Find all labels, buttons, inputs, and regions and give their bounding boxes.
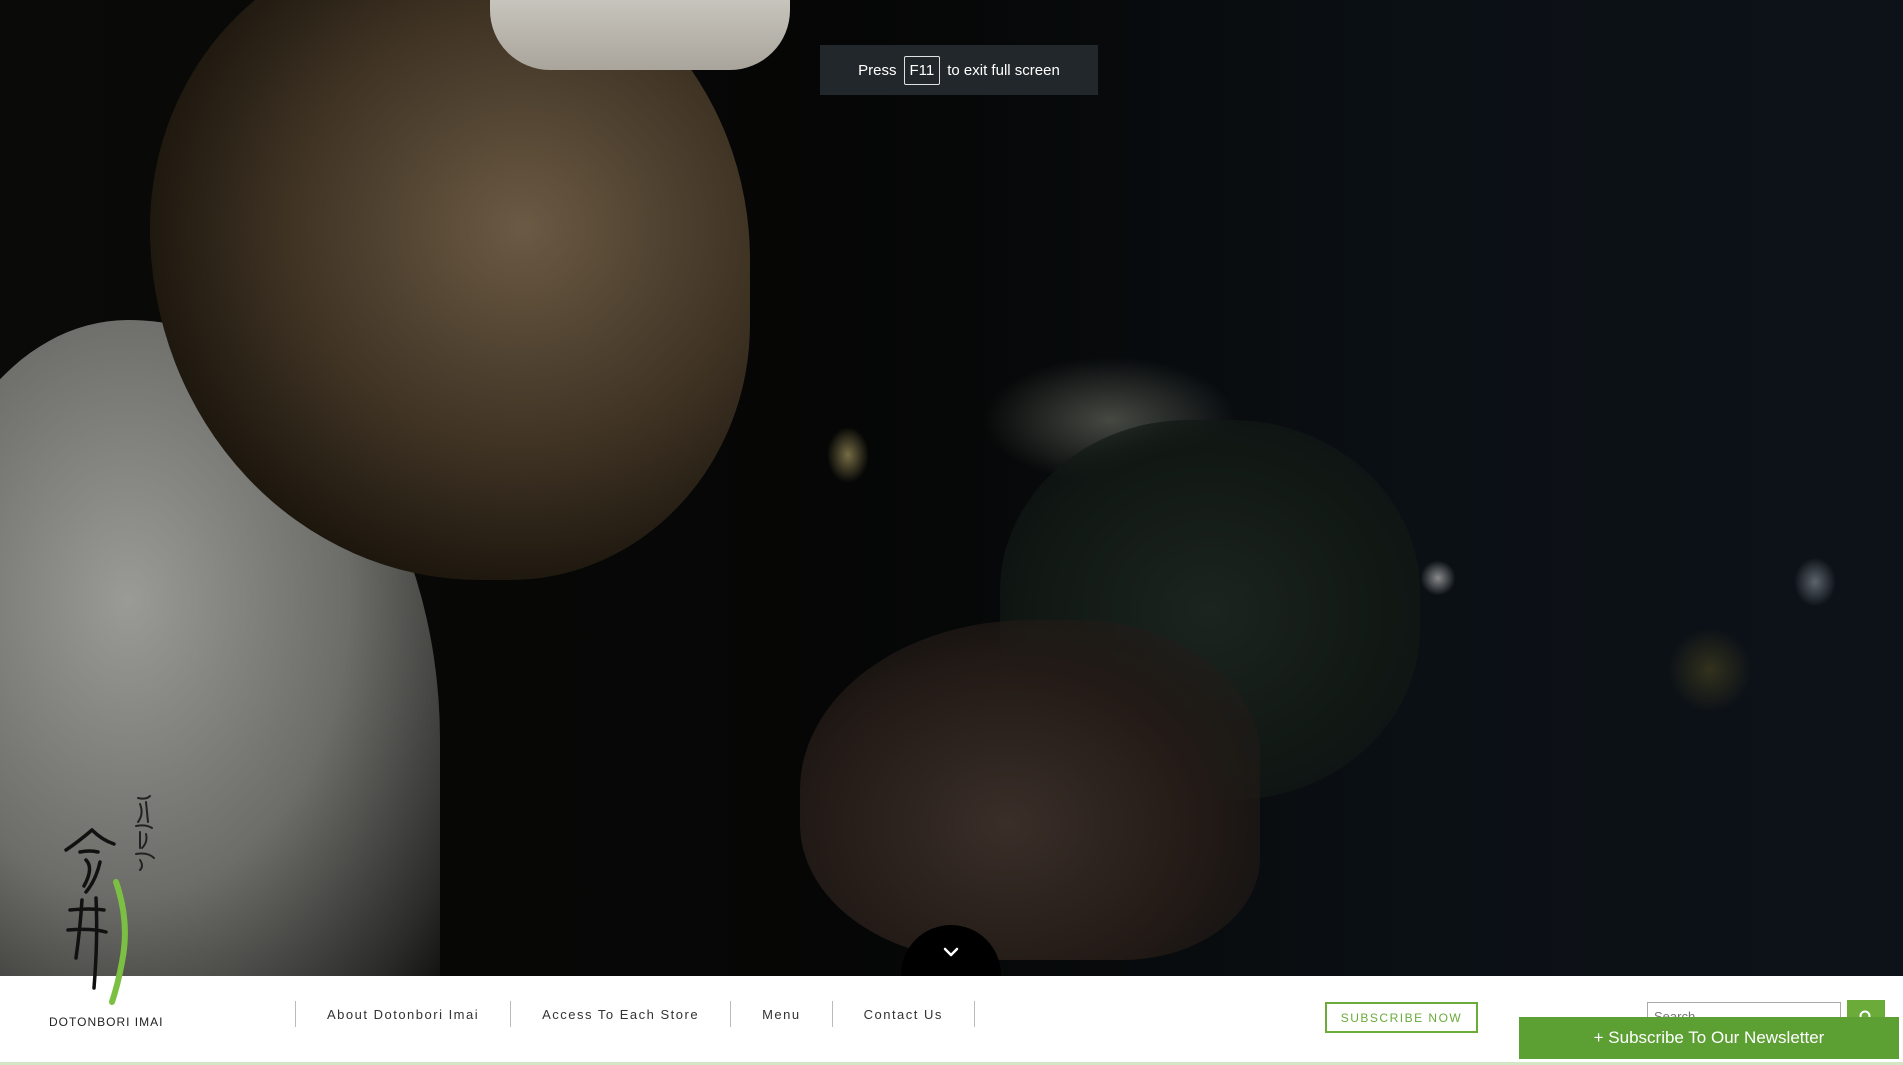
nav-item-menu[interactable]: Menu xyxy=(731,1007,832,1022)
nav-item-contact[interactable]: Contact Us xyxy=(833,1007,974,1022)
fullscreen-notice-prefix: Press xyxy=(858,61,897,79)
hero-video[interactable] xyxy=(0,0,1903,1020)
main-nav: About Dotonbori Imai Access To Each Stor… xyxy=(295,1001,975,1027)
newsletter-subscribe-bar[interactable]: + Subscribe To Our Newsletter xyxy=(1519,1017,1899,1059)
fullscreen-notice-suffix: to exit full screen xyxy=(947,61,1060,79)
chevron-down-icon xyxy=(943,947,959,957)
nav-item-access[interactable]: Access To Each Store xyxy=(511,1007,730,1022)
nav-item-about[interactable]: About Dotonbori Imai xyxy=(296,1007,510,1022)
fullscreen-notice: Press F11 to exit full screen xyxy=(820,45,1098,95)
fullscreen-key: F11 xyxy=(903,55,941,85)
logo-calligraphy xyxy=(64,795,155,1005)
subscribe-now-button[interactable]: SUBSCRIBE NOW xyxy=(1325,1002,1478,1033)
logo-text: DOTONBORI IMAI xyxy=(49,1015,164,1029)
chef-cap-shape xyxy=(490,0,790,70)
site-logo[interactable]: DOTONBORI IMAI xyxy=(40,790,190,1030)
hand-shape xyxy=(800,620,1260,960)
nav-divider xyxy=(973,1001,975,1027)
page: Press F11 to exit full screen About Doto… xyxy=(0,0,1903,1065)
